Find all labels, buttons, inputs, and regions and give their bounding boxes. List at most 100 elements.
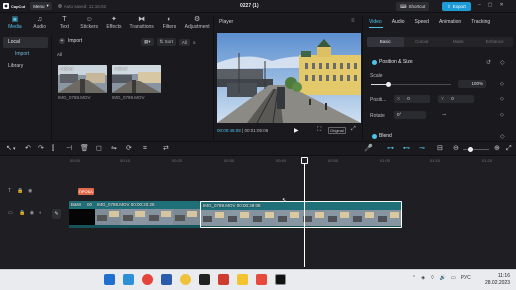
reset-icon[interactable]: ↺ [486,59,491,66]
subtab-enhance[interactable]: Enhance [477,37,514,47]
opera-icon[interactable] [142,274,153,285]
media-thumbnail-0789[interactable]: Added [112,65,161,93]
rotate-field[interactable]: 0° [394,111,426,119]
minimize-icon[interactable]: – [478,2,481,8]
video-clip-0789[interactable]: IMG_0789.MOV 00:00:39:08 [200,201,402,228]
menu-icon[interactable]: ≡ [351,18,355,24]
audio-icon[interactable]: ◖ [39,210,42,216]
keyframe-icon[interactable]: ◇ [500,133,505,140]
rotate-dial-icon[interactable]: ⊸ [442,112,446,118]
expand-button[interactable]: ⤢ [351,126,356,133]
time-ruler[interactable]: 00:00 00:10 00:20 00:30 00:40 00:50 01:0… [64,156,516,165]
filter-all-button[interactable]: All [178,38,190,46]
scale-slider[interactable] [371,82,451,87]
lock-icon[interactable]: 🔒 [17,188,23,194]
reverse-icon[interactable]: ⇄ [163,145,169,153]
undo-icon[interactable]: ↶ [25,145,31,153]
battery-icon[interactable]: ▭ [451,275,456,281]
tab-speed[interactable]: Speed [415,19,429,25]
tab-audio[interactable]: ♫ Audio [28,13,52,30]
view-toggle-button[interactable]: ▦▾ [141,38,154,46]
subtab-cutout[interactable]: Cutout [404,37,441,47]
crop-icon[interactable]: ⌗ [143,145,147,153]
maximize-icon[interactable]: ▢ [488,2,493,8]
video-preview[interactable] [217,33,361,123]
keyframe-icon[interactable]: ◇ [500,112,504,118]
sidebar-item-import[interactable]: Import [3,49,48,60]
keyframe-icon[interactable]: ◇ [500,81,504,87]
sidebar-item-library[interactable]: Library [3,61,48,72]
start-icon[interactable] [104,274,115,285]
tab-media[interactable]: ▣ Media [3,13,27,30]
tab-transitions[interactable]: ⧓ Transitions [127,13,157,30]
text-clip[interactable]: ПРОБА [78,188,94,195]
eye-icon[interactable]: ◉ [28,188,32,194]
media-thumbnail-0788[interactable]: Added [58,65,107,93]
cover-button[interactable]: ✎ [52,209,61,219]
freeze-icon[interactable]: ◻ [96,145,102,153]
link-main-track-icon[interactable]: ⊶ [387,145,394,153]
ratio-select[interactable]: Original [328,127,346,134]
chevron-up-icon[interactable]: ⌃ [412,275,416,281]
zoom-slider-knob[interactable] [468,147,473,152]
export-button[interactable]: ⇪ Export [442,2,471,11]
zoom-out-icon[interactable]: ⊖ [453,145,459,153]
position-x-field[interactable]: X 0 [394,95,430,103]
edge-icon[interactable] [123,274,134,285]
subtab-basic[interactable]: Basic [367,37,404,47]
zoom-in-icon[interactable]: ⊕ [494,145,500,153]
keyframe-icon[interactable]: ◇ [500,96,504,102]
checkbox-on-icon[interactable] [372,59,377,65]
app-icon[interactable] [256,274,267,285]
video-clip-0788[interactable]: B&W 00 IMG_0788.MOV 00:00:20:28 [69,201,200,228]
tab-effects[interactable]: ✦ Effects [102,13,126,30]
rotate-icon[interactable]: ⟳ [126,145,132,153]
keyframe-icon[interactable]: ◇ [500,59,505,66]
wifi-icon[interactable]: ⌔ [430,275,435,281]
tab-video[interactable]: Video [369,19,382,25]
playhead[interactable] [304,157,305,267]
language-indicator[interactable]: РУС [461,275,471,281]
chevron-down-icon[interactable]: ▾ [13,145,16,153]
position-y-field[interactable]: Y 0 [438,95,474,103]
sort-button[interactable]: ⇅ Sort [156,38,176,46]
shortcut-button[interactable]: ⌨ Shortcut [396,2,430,11]
lock-icon[interactable]: 🔒 [19,210,25,216]
app-icon[interactable] [218,274,229,285]
tab-animation[interactable]: Animation [439,19,461,25]
eye-icon[interactable]: ◉ [30,210,34,216]
subtab-mask[interactable]: Mask [440,37,477,47]
play-button[interactable]: ▶ [294,127,299,134]
scale-slider-knob[interactable] [386,82,392,87]
network-icon[interactable]: ◈ [421,275,425,281]
mirror-icon[interactable]: ⇋ [111,145,117,153]
playhead-handle[interactable] [301,157,308,164]
scale-value-field[interactable]: 100% [458,80,486,88]
menu-button[interactable]: Menu ▾ [30,2,52,10]
position-size-header[interactable]: Position & Size [372,59,413,65]
import-button[interactable]: + Import [59,38,82,44]
magnet-icon[interactable]: ⊷ [403,145,410,153]
split-icon[interactable]: ⫿ [52,145,54,153]
blend-header[interactable]: Blend [372,133,392,139]
fit-icon[interactable]: ⤢ [506,145,512,153]
checkbox-on-icon[interactable] [372,133,377,139]
yandex-icon[interactable] [180,274,191,285]
tab-stickers[interactable]: ☺ Stickers [77,13,101,30]
close-icon[interactable]: ✕ [500,2,504,8]
zoom-slider[interactable] [463,149,489,150]
sidebar-item-local[interactable]: Local [3,37,48,48]
select-tool-icon[interactable]: ↖ [6,145,12,153]
word-icon[interactable] [161,274,172,285]
filter-icon[interactable]: ≡ [193,40,196,45]
folder-icon[interactable] [237,274,248,285]
fullscreen-button[interactable]: ⛶ [317,127,321,134]
clock[interactable]: 11:16 28.02.2023 [472,273,510,287]
tab-tracking[interactable]: Tracking [471,19,490,25]
tab-audio[interactable]: Audio [392,19,405,25]
delete-icon[interactable]: 🗑 [80,145,89,153]
tab-filters[interactable]: ◐ Filters [158,13,182,30]
tab-adjustment[interactable]: ⚙ Adjustment [182,13,212,30]
split-left-icon[interactable]: ⊣ [66,145,72,153]
redo-icon[interactable]: ↷ [38,145,44,153]
